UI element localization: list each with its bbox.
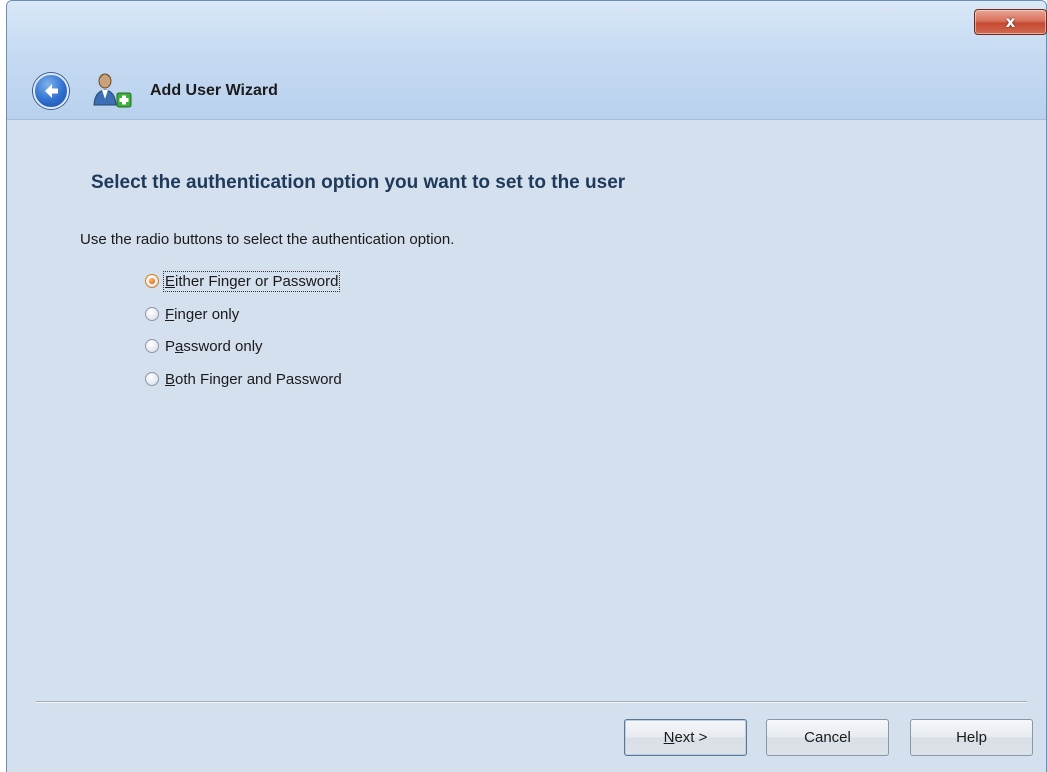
radio-indicator[interactable] [145,339,159,353]
radio-indicator[interactable] [145,372,159,386]
back-button[interactable] [33,73,69,109]
cancel-button[interactable]: Cancel [766,719,889,756]
radio-either-finger-or-password[interactable]: Either Finger or Password [145,270,341,292]
window-title: Add User Wizard [150,82,278,99]
back-arrow-icon [45,84,58,98]
radio-password-only[interactable]: Password only [145,335,263,357]
wizard-content: Select the authentication option you wan… [7,119,1046,772]
help-button[interactable]: Help [910,719,1033,756]
radio-label-both: Both Finger and Password [165,370,342,388]
footer-divider [36,701,1027,703]
add-user-wizard-window: x Add User Wizard Select the authenticat… [0,0,1047,772]
close-icon: x [1005,13,1016,31]
close-button[interactable]: x [974,9,1047,35]
add-user-icon [93,73,132,108]
radio-label-finger-only: Finger only [165,305,240,323]
page-heading: Select the authentication option you wan… [91,172,626,193]
radio-indicator[interactable] [145,307,159,321]
radio-selected-indicator[interactable] [145,274,159,288]
radio-label-either: Either Finger or Password [162,270,341,292]
instruction-text: Use the radio buttons to select the auth… [80,231,455,248]
radio-label-password-only: Password only [165,337,263,355]
title-bar: x Add User Wizard [7,1,1047,119]
radio-finger-only[interactable]: Finger only [145,303,239,325]
next-button[interactable]: Next > [624,719,747,756]
radio-both-finger-and-password[interactable]: Both Finger and Password [145,368,342,390]
